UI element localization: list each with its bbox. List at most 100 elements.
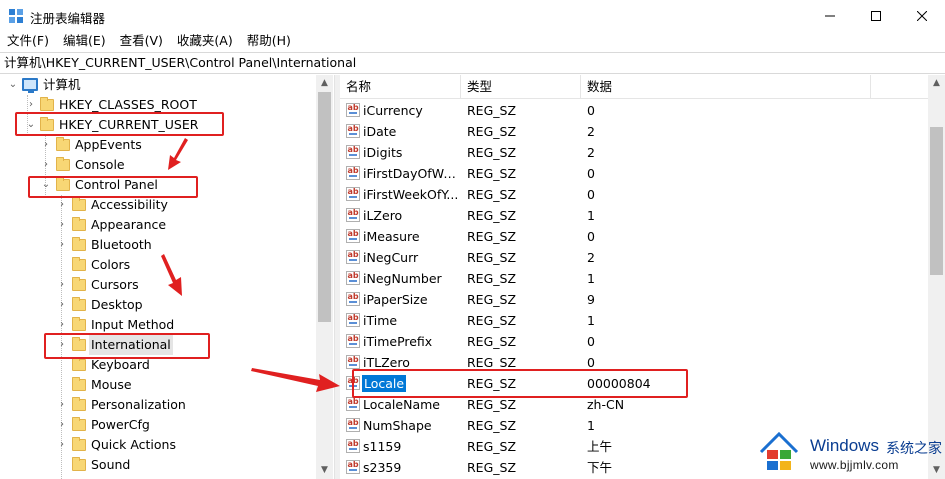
chevron-right-icon[interactable]: › (56, 395, 68, 415)
chevron-right-icon[interactable]: › (40, 135, 52, 155)
list-item[interactable]: ab iFirstDayOfWeek REG_SZ 0 (340, 163, 930, 184)
list-item[interactable]: ab iNegCurr REG_SZ 2 (340, 247, 930, 268)
tree-item-console[interactable]: › Console (0, 155, 316, 175)
tree-item-cursors[interactable]: › Cursors (0, 275, 316, 295)
list-scrollbar[interactable]: ▲ ▼ (928, 75, 945, 479)
list-item[interactable]: ab iPaperSize REG_SZ 9 (340, 289, 930, 310)
column-header-type[interactable]: 类型 (461, 75, 581, 99)
tree-item-powercfg[interactable]: › PowerCfg (0, 415, 316, 435)
tree-item-computer[interactable]: ⌄ 计算机 (0, 75, 316, 95)
value-type: REG_SZ (467, 250, 517, 265)
value-name: s1159 (363, 439, 402, 454)
tree-item-label: Quick Actions (91, 437, 176, 452)
tree-item-colors[interactable]: Colors (0, 255, 316, 275)
tree-item-label: Personalization (91, 397, 186, 412)
value-data: 0 (587, 103, 595, 118)
value-data: 1 (587, 208, 595, 223)
tree-item-personalization[interactable]: › Personalization (0, 395, 316, 415)
tree-item-label: Cursors (91, 277, 139, 292)
string-value-icon: ab (346, 250, 360, 264)
menu-help[interactable]: 帮助(H) (240, 32, 298, 52)
scroll-thumb[interactable] (318, 92, 331, 322)
menu-view[interactable]: 查看(V) (113, 32, 170, 52)
tree-item-quick-actions[interactable]: › Quick Actions (0, 435, 316, 455)
value-type: REG_SZ (467, 292, 517, 307)
list-item[interactable]: ab iLZero REG_SZ 1 (340, 205, 930, 226)
value-type: REG_SZ (467, 124, 517, 139)
column-header-name[interactable]: 名称 (340, 75, 461, 99)
value-data: 1 (587, 313, 595, 328)
folder-icon (72, 197, 86, 211)
list-item[interactable]: ab iDate REG_SZ 2 (340, 121, 930, 142)
string-value-icon: ab (346, 439, 360, 453)
menu-bar: 文件(F) 编辑(E) 查看(V) 收藏夹(A) 帮助(H) (0, 32, 945, 52)
list-item[interactable]: ab iFirstWeekOfY... REG_SZ 0 (340, 184, 930, 205)
tree-item-label: Accessibility (91, 197, 168, 212)
value-data: 0 (587, 187, 595, 202)
value-type: REG_SZ (467, 460, 517, 475)
scroll-down-icon[interactable]: ▼ (316, 462, 333, 479)
scroll-thumb[interactable] (930, 127, 943, 275)
watermark: Windows 系统之家 www.bjjmlv.com (752, 428, 945, 479)
address-bar[interactable]: 计算机\HKEY_CURRENT_USER\Control Panel\Inte… (0, 52, 945, 74)
list-item[interactable]: ab iMeasure REG_SZ 0 (340, 226, 930, 247)
value-type: REG_SZ (467, 103, 517, 118)
tree-item-input-method[interactable]: › Input Method (0, 315, 316, 335)
folder-icon (72, 317, 86, 331)
column-header-data[interactable]: 数据 (581, 75, 871, 99)
arrow-annotation (161, 254, 182, 296)
chevron-right-icon[interactable]: › (56, 435, 68, 455)
highlight-box-locale (352, 369, 688, 398)
chevron-right-icon[interactable]: › (56, 415, 68, 435)
chevron-right-icon[interactable]: › (56, 215, 68, 235)
tree-item-label: Sound (91, 457, 131, 472)
value-name: s2359 (363, 460, 402, 475)
folder-icon (56, 157, 70, 171)
list-item[interactable]: ab iCurrency REG_SZ 0 (340, 100, 930, 121)
chevron-right-icon[interactable]: › (56, 235, 68, 255)
menu-favorites[interactable]: 收藏夹(A) (170, 32, 240, 52)
tree-item-sound[interactable]: Sound (0, 455, 316, 475)
close-button[interactable] (899, 0, 945, 32)
value-name: iFirstDayOfWeek (363, 166, 461, 181)
tree-item-appearance[interactable]: › Appearance (0, 215, 316, 235)
maximize-button[interactable] (853, 0, 899, 32)
tree-item-bluetooth[interactable]: › Bluetooth (0, 235, 316, 255)
value-type: REG_SZ (467, 334, 517, 349)
string-value-icon: ab (346, 187, 360, 201)
list-item[interactable]: ab iTimePrefix REG_SZ 0 (340, 331, 930, 352)
folder-icon (72, 457, 86, 471)
chevron-down-icon[interactable]: ⌄ (7, 75, 19, 95)
tree-scrollbar[interactable]: ▲ ▼ (316, 75, 333, 479)
scroll-up-icon[interactable]: ▲ (316, 75, 333, 92)
value-name: iTimePrefix (363, 334, 433, 349)
chevron-right-icon[interactable]: › (56, 275, 68, 295)
chevron-right-icon[interactable]: › (56, 195, 68, 215)
value-type: REG_SZ (467, 439, 517, 454)
folder-icon (72, 237, 86, 251)
folder-icon (72, 417, 86, 431)
menu-file[interactable]: 文件(F) (0, 32, 56, 52)
folder-icon (72, 297, 86, 311)
tree-item-label: Mouse (91, 377, 132, 392)
folder-icon (72, 357, 86, 371)
tree-item-desktop[interactable]: › Desktop (0, 295, 316, 315)
value-data: 0 (587, 334, 595, 349)
list-item[interactable]: ab iTime REG_SZ 1 (340, 310, 930, 331)
folder-icon (72, 277, 86, 291)
minimize-button[interactable] (807, 0, 853, 32)
regedit-icon (9, 9, 23, 23)
chevron-right-icon[interactable]: › (40, 155, 52, 175)
chevron-right-icon[interactable]: › (56, 315, 68, 335)
tree-item-accessibility[interactable]: › Accessibility (0, 195, 316, 215)
string-value-icon: ab (346, 166, 360, 180)
minimize-icon (825, 15, 835, 17)
menu-edit[interactable]: 编辑(E) (56, 32, 113, 52)
string-value-icon: ab (346, 292, 360, 306)
tree-item-appevents[interactable]: › AppEvents (0, 135, 316, 155)
chevron-right-icon[interactable]: › (56, 295, 68, 315)
list-item[interactable]: ab iNegNumber REG_SZ 1 (340, 268, 930, 289)
list-item[interactable]: ab iDigits REG_SZ 2 (340, 142, 930, 163)
scroll-up-icon[interactable]: ▲ (928, 75, 945, 92)
value-name: iMeasure (363, 229, 420, 244)
